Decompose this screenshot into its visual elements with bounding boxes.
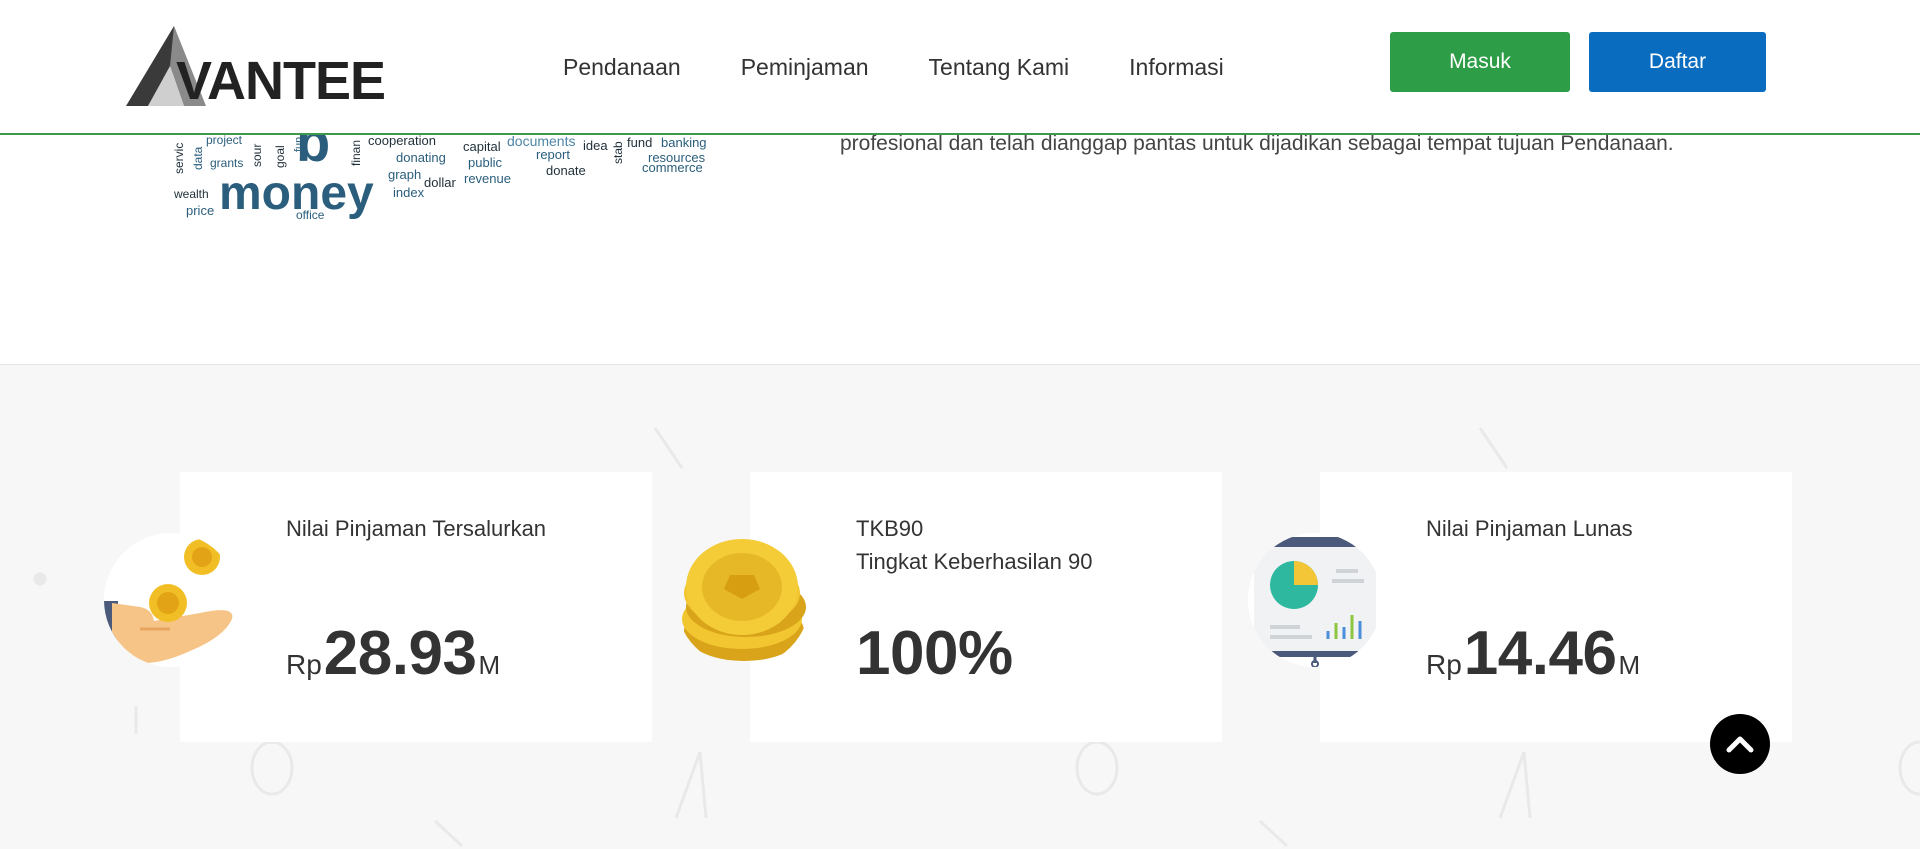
stat-card-disbursed-loans: Nilai Pinjaman Tersalurkan Rp 28.93 M [180, 472, 652, 742]
stat-value: Rp 28.93 M [286, 618, 500, 689]
stat-card-repaid-loans: Nilai Pinjaman Lunas Rp 14.46 M [1320, 472, 1792, 742]
login-button[interactable]: Masuk [1390, 32, 1570, 92]
logo-text: VANTEE [176, 51, 386, 111]
finance-wordcloud-image: project servic data grants sour goal fun… [170, 114, 715, 226]
presentation-chart-icon [1248, 533, 1382, 667]
site-header: VANTEE Pendanaan Peminjaman Tentang Kami… [0, 0, 1920, 135]
wordcloud-word: project [206, 133, 243, 147]
wordcloud-word: dollar [424, 175, 456, 190]
wordcloud-word: price [186, 203, 215, 218]
stat-value: 100% [856, 618, 1013, 689]
stat-number: 14.46 [1463, 619, 1617, 688]
wordcloud-word: wealth [174, 187, 209, 201]
currency-prefix: Rp [1426, 649, 1462, 680]
wordcloud-word: public [468, 155, 502, 170]
wordcloud-word: capital [463, 139, 501, 154]
wordcloud-word: data [191, 146, 205, 170]
wordcloud-word: commerce [642, 160, 703, 175]
unit-suffix: M [478, 650, 501, 680]
nav-item-peminjaman[interactable]: Peminjaman [741, 54, 869, 81]
wordcloud-word: stab [611, 141, 625, 164]
wordcloud-word: donate [546, 163, 586, 178]
wordcloud-word: finan [349, 139, 363, 166]
intro-paragraph: profesional dan telah dianggap pantas un… [840, 132, 1674, 155]
nav-item-informasi[interactable]: Informasi [1129, 54, 1224, 81]
vantee-logo[interactable]: VANTEE [126, 26, 476, 111]
wordcloud-word: donating [396, 150, 446, 165]
wordcloud-word: servic [172, 142, 186, 174]
unit-suffix: M [1618, 650, 1641, 680]
wordcloud-word: index [393, 185, 425, 200]
wordcloud-word: banking [661, 135, 707, 150]
wordcloud-word: goal [273, 145, 287, 168]
stat-label: Nilai Pinjaman Tersalurkan [286, 516, 547, 541]
wordcloud-word: revenue [464, 171, 511, 186]
stat-value: Rp 14.46 M [1426, 618, 1640, 689]
stat-label-line: Tingkat Keberhasilan 90 [856, 549, 1093, 574]
chevron-up-icon [1726, 736, 1754, 753]
wordcloud-word: documents [507, 133, 576, 149]
nav-item-tentang-kami[interactable]: Tentang Kami [929, 54, 1070, 81]
wordcloud-word: report [536, 147, 570, 162]
wordcloud-word: graph [388, 167, 422, 182]
wordcloud-word: office [296, 208, 325, 222]
wordcloud-word: sour [250, 143, 264, 167]
coin-stack-icon [676, 533, 810, 667]
wordcloud-word: cooperation [368, 133, 436, 148]
nav-item-pendanaan[interactable]: Pendanaan [563, 54, 681, 81]
stat-number: 28.93 [323, 619, 477, 688]
wordcloud-word: idea [583, 138, 608, 153]
hand-coins-icon [104, 533, 238, 667]
stat-number: 100% [856, 619, 1013, 688]
stat-label-line: TKB90 [856, 516, 924, 541]
scroll-to-top-button[interactable] [1710, 714, 1770, 774]
stat-label: Nilai Pinjaman Lunas [1426, 516, 1633, 541]
stat-label: TKB90 Tingkat Keberhasilan 90 [856, 512, 1092, 578]
register-button[interactable]: Daftar [1589, 32, 1766, 92]
main-nav: Pendanaan Peminjaman Tentang Kami Inform… [563, 54, 1224, 81]
stat-card-tkb90: TKB90 Tingkat Keberhasilan 90 100% [750, 472, 1222, 742]
currency-prefix: Rp [286, 649, 322, 680]
wordcloud-word: fund [627, 135, 653, 150]
